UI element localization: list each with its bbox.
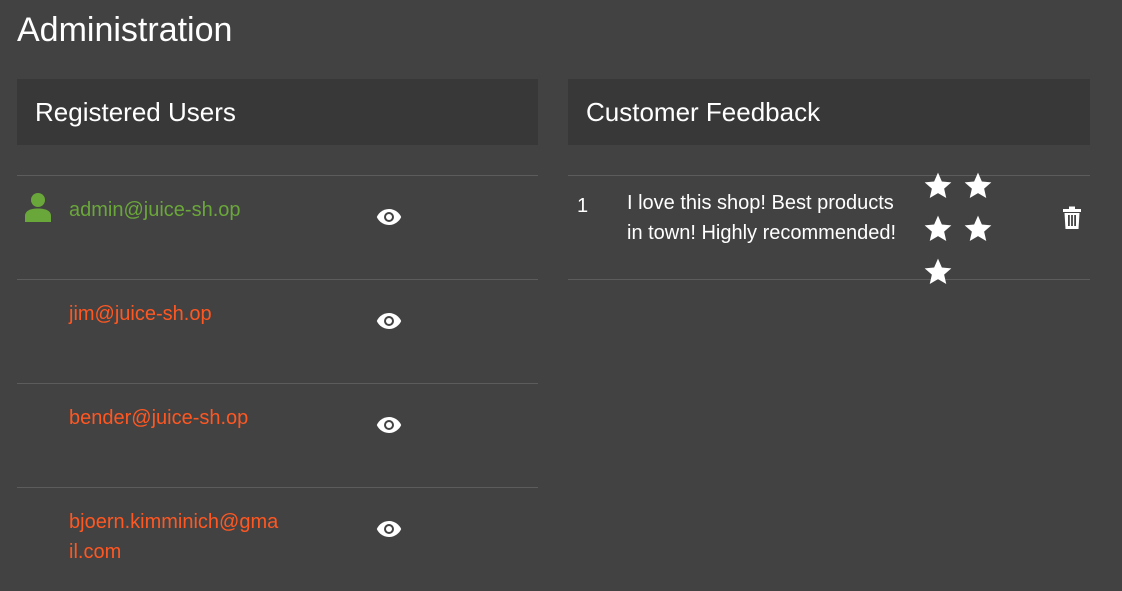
user-email: jim@juice-sh.op	[69, 303, 212, 325]
user-row: admin@juice-sh.op	[17, 176, 538, 280]
star-icon	[920, 164, 956, 207]
user-email: admin@juice-sh.op	[69, 199, 241, 221]
star-icon	[920, 207, 956, 250]
star-icon	[920, 250, 956, 293]
customer-feedback-header: Customer Feedback	[568, 79, 1090, 145]
view-user-button[interactable]	[373, 413, 405, 441]
eye-icon	[376, 312, 402, 335]
user-row: jim@juice-sh.op	[17, 280, 538, 384]
registered-users-title: Registered Users	[35, 97, 236, 127]
registered-users-panel: Registered Users admin@juice-sh.op jim@j…	[17, 79, 538, 591]
view-user-button[interactable]	[373, 517, 405, 545]
view-user-button[interactable]	[373, 205, 405, 233]
user-email: bender@juice-sh.op	[69, 407, 249, 429]
page-title: Administration	[17, 11, 233, 49]
user-row: bjoern.kimminich@gmail.com	[17, 488, 538, 591]
view-user-button[interactable]	[373, 309, 405, 337]
registered-users-table-header	[17, 145, 538, 176]
customer-feedback-title: Customer Feedback	[586, 97, 821, 127]
eye-icon	[376, 520, 402, 543]
feedback-row: 1 I love this shop! Best products in tow…	[568, 172, 1090, 284]
eye-icon	[376, 416, 402, 439]
person-icon	[24, 192, 52, 222]
star-icon	[960, 207, 996, 250]
feedback-comment: I love this shop! Best products in town!…	[627, 188, 917, 248]
user-row: bender@juice-sh.op	[17, 384, 538, 488]
customer-feedback-table-header	[568, 145, 1090, 176]
delete-feedback-button[interactable]	[1058, 206, 1086, 234]
customer-feedback-panel: Customer Feedback 1 I love this shop! Be…	[568, 79, 1090, 284]
user-list: admin@juice-sh.op jim@juice-sh.op bender…	[17, 176, 538, 591]
feedback-comment-line: in town! Highly recommended!	[627, 222, 897, 244]
star-icon	[960, 164, 996, 207]
trash-icon	[1062, 206, 1082, 235]
feedback-id: 1	[577, 195, 589, 217]
feedback-comment-line: I love this shop! Best products	[627, 192, 894, 214]
eye-icon	[376, 208, 402, 231]
registered-users-header: Registered Users	[17, 79, 538, 145]
feedback-rating	[920, 164, 1000, 293]
user-email: bjoern.kimminich@gmail.com	[69, 511, 279, 563]
